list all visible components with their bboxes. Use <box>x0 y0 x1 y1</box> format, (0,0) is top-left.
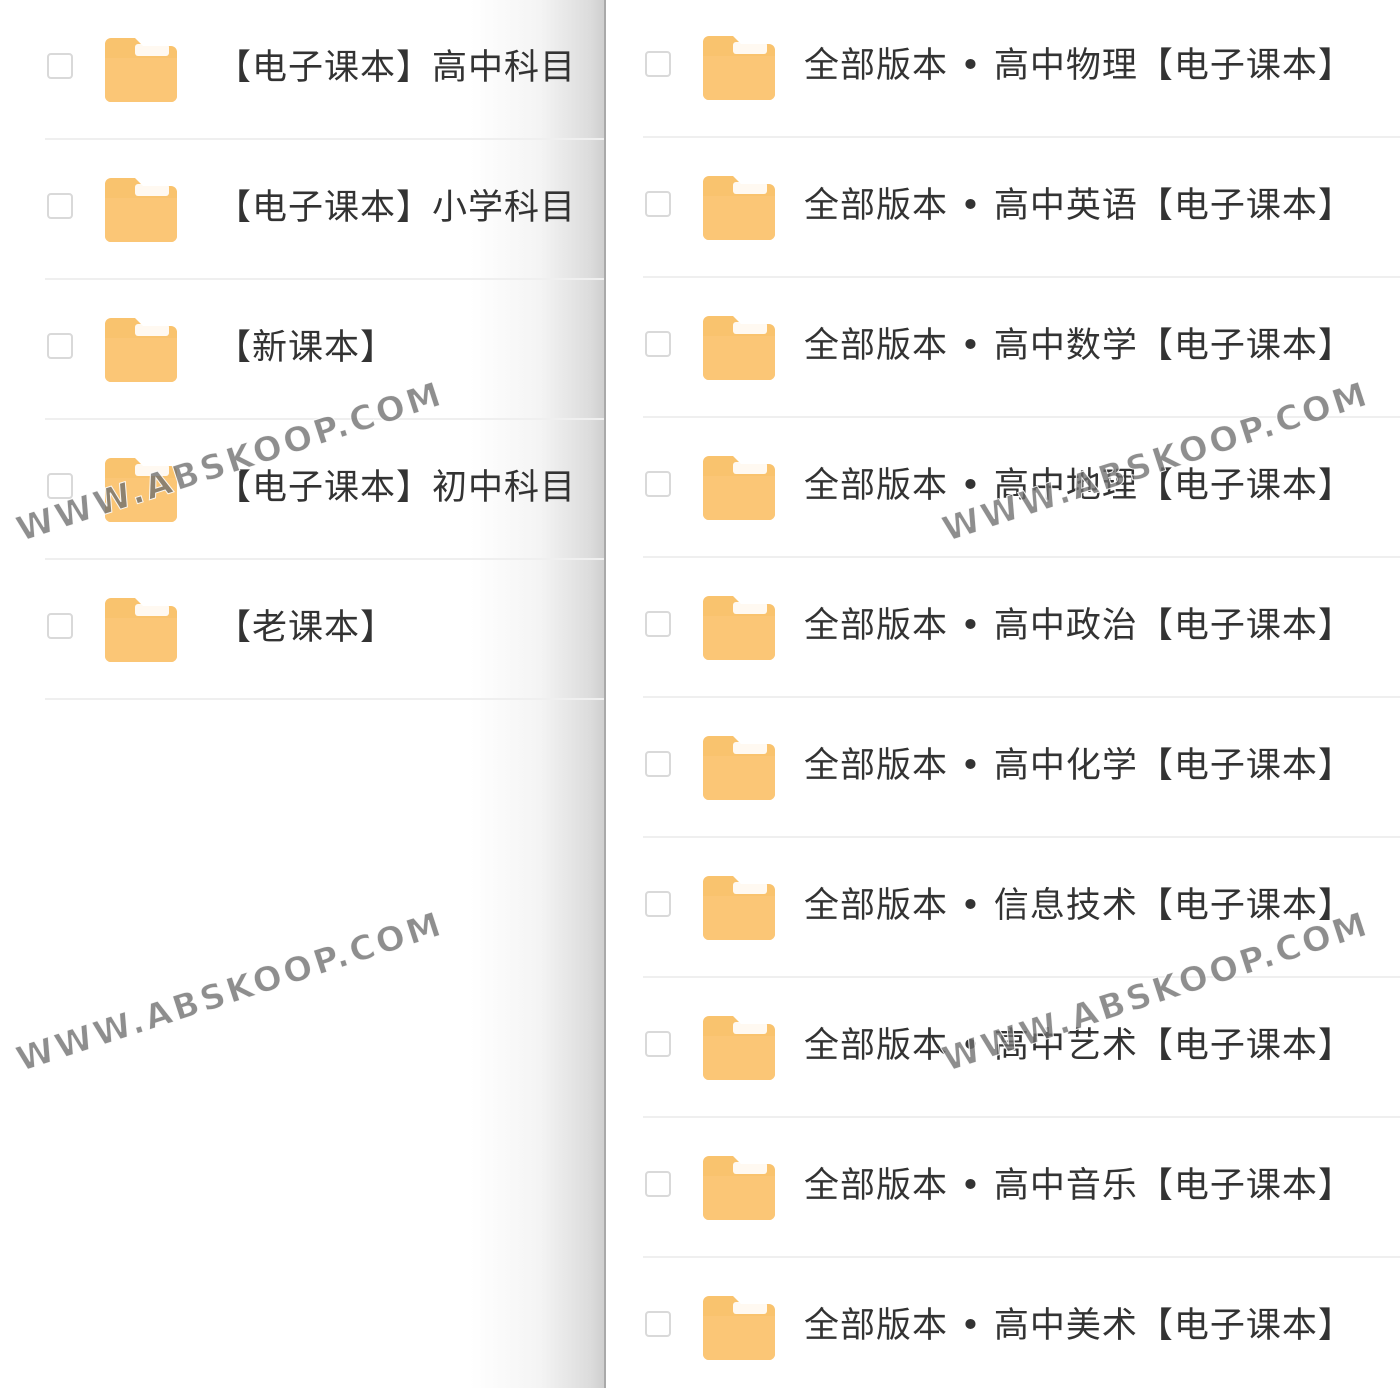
row-checkbox[interactable] <box>645 1031 671 1057</box>
folder-name[interactable]: 【老课本】 <box>216 608 396 648</box>
row-checkbox[interactable] <box>47 53 73 79</box>
folder-row[interactable]: 全部版本 • 高中物理【电子课本】 <box>606 0 1400 138</box>
folder-icon <box>703 316 775 380</box>
folder-icon <box>703 1296 775 1360</box>
folder-icon <box>105 38 177 102</box>
row-checkbox[interactable] <box>645 331 671 357</box>
row-checkbox[interactable] <box>47 193 73 219</box>
folder-row[interactable]: 全部版本 • 高中英语【电子课本】 <box>606 138 1400 278</box>
folder-name[interactable]: 【电子课本】小学科目 <box>216 188 576 228</box>
row-checkbox[interactable] <box>645 51 671 77</box>
folder-row[interactable]: 【电子课本】初中科目 <box>0 420 604 560</box>
right-folder-panel: 全部版本 • 高中物理【电子课本】 全部版本 • 高中英语【电子课本】 全部版本… <box>606 0 1400 1388</box>
row-checkbox[interactable] <box>47 613 73 639</box>
folder-row[interactable]: 【老课本】 <box>0 560 604 700</box>
folder-row[interactable]: 全部版本 • 高中化学【电子课本】 <box>606 698 1400 838</box>
folder-icon <box>703 596 775 660</box>
folder-icon <box>703 456 775 520</box>
row-checkbox[interactable] <box>47 333 73 359</box>
folder-name[interactable]: 全部版本 • 高中音乐【电子课本】 <box>804 1166 1354 1206</box>
folder-icon <box>105 178 177 242</box>
row-checkbox[interactable] <box>645 611 671 637</box>
folder-icon <box>703 1156 775 1220</box>
folder-row[interactable]: 全部版本 • 高中美术【电子课本】 <box>606 1258 1400 1388</box>
folder-row[interactable]: 全部版本 • 高中数学【电子课本】 <box>606 278 1400 418</box>
folder-row[interactable]: 【新课本】 <box>0 280 604 420</box>
row-divider <box>45 698 604 700</box>
folder-row[interactable]: 【电子课本】高中科目 <box>0 0 604 140</box>
folder-icon <box>105 458 177 522</box>
folder-name[interactable]: 全部版本 • 信息技术【电子课本】 <box>804 886 1354 926</box>
watermark-text: WWW.ABSKOOP.COM <box>11 904 449 1081</box>
folder-name[interactable]: 【新课本】 <box>216 328 396 368</box>
folder-row[interactable]: 全部版本 • 高中音乐【电子课本】 <box>606 1118 1400 1258</box>
folder-name[interactable]: 【电子课本】高中科目 <box>216 48 576 88</box>
folder-icon <box>703 876 775 940</box>
row-checkbox[interactable] <box>645 1311 671 1337</box>
row-checkbox[interactable] <box>645 1171 671 1197</box>
folder-name[interactable]: 全部版本 • 高中地理【电子课本】 <box>804 466 1354 506</box>
folder-name[interactable]: 全部版本 • 高中美术【电子课本】 <box>804 1306 1354 1346</box>
row-checkbox[interactable] <box>47 473 73 499</box>
folder-name[interactable]: 全部版本 • 高中数学【电子课本】 <box>804 326 1354 366</box>
folder-icon <box>105 318 177 382</box>
folder-icon <box>703 36 775 100</box>
folder-icon <box>105 598 177 662</box>
folder-row[interactable]: 全部版本 • 高中艺术【电子课本】 <box>606 978 1400 1118</box>
folder-name[interactable]: 全部版本 • 高中物理【电子课本】 <box>804 46 1354 86</box>
file-list-comparison: 【电子课本】高中科目 【电子课本】小学科目 【新课本】 【电子课本】初中科目 【… <box>0 0 1400 1388</box>
folder-row[interactable]: 【电子课本】小学科目 <box>0 140 604 280</box>
folder-icon <box>703 176 775 240</box>
folder-name[interactable]: 全部版本 • 高中英语【电子课本】 <box>804 186 1354 226</box>
folder-name[interactable]: 全部版本 • 高中艺术【电子课本】 <box>804 1026 1354 1066</box>
row-checkbox[interactable] <box>645 891 671 917</box>
row-checkbox[interactable] <box>645 471 671 497</box>
folder-row[interactable]: 全部版本 • 高中地理【电子课本】 <box>606 418 1400 558</box>
folder-row[interactable]: 全部版本 • 高中政治【电子课本】 <box>606 558 1400 698</box>
row-checkbox[interactable] <box>645 751 671 777</box>
folder-name[interactable]: 【电子课本】初中科目 <box>216 468 576 508</box>
row-checkbox[interactable] <box>645 191 671 217</box>
folder-row[interactable]: 全部版本 • 信息技术【电子课本】 <box>606 838 1400 978</box>
folder-name[interactable]: 全部版本 • 高中政治【电子课本】 <box>804 606 1354 646</box>
folder-name[interactable]: 全部版本 • 高中化学【电子课本】 <box>804 746 1354 786</box>
left-folder-panel: 【电子课本】高中科目 【电子课本】小学科目 【新课本】 【电子课本】初中科目 【… <box>0 0 604 1388</box>
folder-icon <box>703 1016 775 1080</box>
folder-icon <box>703 736 775 800</box>
